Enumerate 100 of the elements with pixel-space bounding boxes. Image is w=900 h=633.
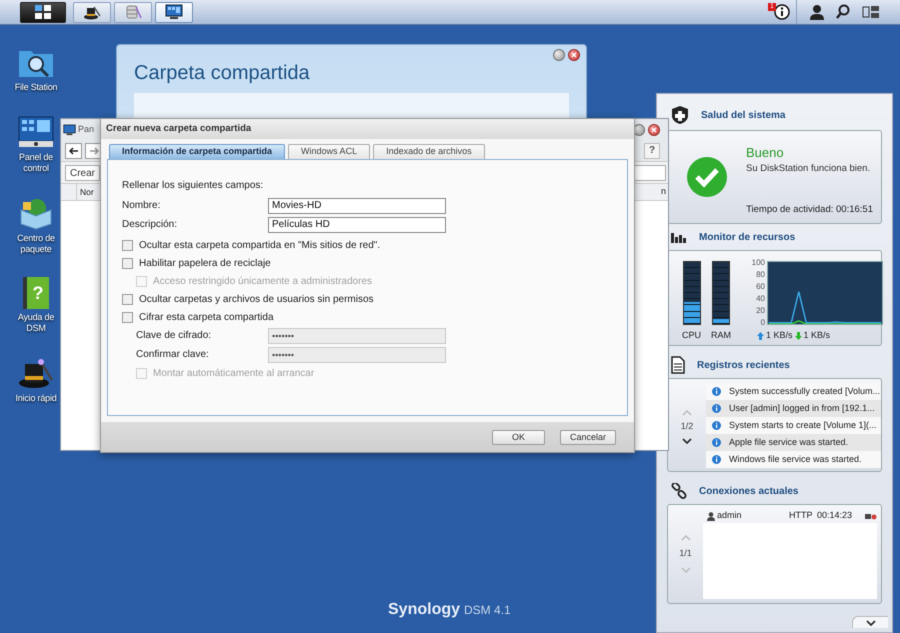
- column-header[interactable]: n: [660, 185, 668, 199]
- tab[interactable]: Indexado de archivos: [373, 144, 485, 159]
- download-rate: 1 KB/s: [804, 329, 830, 342]
- info-icon: [712, 421, 721, 430]
- chevron-down-icon[interactable]: [682, 438, 692, 444]
- desktop-icon-label[interactable]: Ayuda de DSM: [11, 312, 61, 334]
- checkbox-label: Ocultar carpetas y archivos de usuarios sin permisos: [139, 292, 374, 306]
- connection-time: 00:14:23: [817, 509, 854, 522]
- document-icon: [671, 356, 685, 374]
- window-title: Pan: [78, 123, 94, 136]
- checkbox[interactable]: [122, 240, 133, 250]
- minimize-button[interactable]: [553, 49, 565, 61]
- text-field[interactable]: Movies-HD: [268, 198, 446, 214]
- arrow-left-icon: [68, 147, 78, 155]
- close-button[interactable]: [568, 49, 580, 61]
- desktop-icon-label[interactable]: Centro de paquete: [11, 233, 61, 255]
- checkbox-label: Cifrar esta carpeta compartida: [139, 310, 274, 324]
- checkbox[interactable]: [122, 294, 133, 304]
- log-entry: User [admin] logged in from [192.1...: [729, 402, 875, 415]
- close-x-icon: [571, 52, 577, 58]
- meter-label: CPU: [682, 329, 702, 342]
- connection-user: admin: [717, 509, 743, 522]
- dialog-title: Crear nueva carpeta compartida: [106, 122, 252, 136]
- magic-hat-icon: [17, 356, 55, 390]
- brand-logo: Synology: [388, 600, 460, 620]
- shield-plus-icon: [671, 105, 689, 125]
- widgets-icon[interactable]: [862, 5, 880, 19]
- window-title: Carpeta compartida: [133, 61, 311, 85]
- widget-title: Salud del sistema: [701, 108, 786, 122]
- help-button[interactable]: ?: [644, 143, 660, 159]
- upload-arrow-icon: [757, 332, 764, 340]
- axis-tick-label: 100: [750, 259, 766, 267]
- axis-tick-label: 20: [755, 307, 766, 315]
- close-button[interactable]: [648, 124, 660, 136]
- monitor-icon: [165, 4, 183, 20]
- info-icon: [712, 438, 721, 447]
- field-label: Confirmar clave:: [136, 348, 210, 362]
- collapse-tab[interactable]: [852, 616, 888, 628]
- field-label: Clave de cifrado:: [136, 329, 212, 343]
- dialog-button[interactable]: OK: [492, 430, 545, 444]
- bar-chart-icon: [671, 231, 687, 243]
- checkbox-label: Acceso restringido únicamente a administradores: [153, 274, 372, 288]
- dialog-button[interactable]: Cancelar: [560, 430, 616, 444]
- checkbox[interactable]: [122, 312, 133, 322]
- form-intro: Rellenar los siguientes campos:: [122, 179, 264, 193]
- info-icon: [712, 455, 721, 464]
- chevron-down-icon: [866, 620, 876, 626]
- magic-hat-icon: [83, 4, 101, 20]
- log-entry: System starts to create [Volume 1](...: [729, 418, 877, 432]
- info-icon[interactable]: [774, 4, 790, 20]
- back-button[interactable]: [65, 143, 82, 159]
- column-header[interactable]: Nor: [77, 186, 94, 198]
- checkbox-label: Ocultar esta carpeta compartida en "Mis sitios de red".: [139, 238, 380, 252]
- help-book-icon: ?: [23, 277, 49, 309]
- log-entry: Windows file service was started.: [729, 452, 862, 466]
- user-icon: [707, 512, 715, 520]
- link-icon: [671, 483, 687, 499]
- health-status: Bueno: [746, 145, 785, 160]
- taskbar-button[interactable]: [155, 2, 193, 22]
- grid-icon: [34, 4, 52, 20]
- widget-title: Conexiones actuales: [699, 484, 798, 498]
- health-message: Su DiskStation funciona bien.: [746, 162, 872, 176]
- page-indicator: 1/2: [680, 420, 694, 434]
- meter-label: RAM: [711, 329, 732, 342]
- checkbox-label: Montar automáticamente al arrancar: [153, 366, 314, 380]
- tab[interactable]: Windows ACL: [288, 144, 370, 159]
- check-circle-icon: [685, 155, 729, 199]
- log-entry: System successfully created [Volum...: [729, 384, 880, 398]
- checkbox-label: Habilitar papelera de reciclaje: [139, 256, 271, 270]
- info-icon: [712, 387, 721, 396]
- widget-title: Monitor de recursos: [699, 230, 796, 244]
- download-arrow-icon: [794, 332, 802, 340]
- upload-rate: 1 KB/s: [766, 329, 793, 342]
- axis-tick-label: 0: [760, 319, 766, 327]
- uptime-text: Tiempo de actividad: 00:16:51: [746, 202, 873, 217]
- user-icon[interactable]: [810, 4, 824, 20]
- main-menu-button[interactable]: [20, 2, 66, 22]
- info-icon: [712, 404, 721, 413]
- axis-tick-label: 80: [755, 271, 766, 279]
- text-field[interactable]: Películas HD: [268, 216, 446, 232]
- monitor-icon: [63, 124, 76, 136]
- create-button[interactable]: Crear: [65, 164, 100, 180]
- log-entry: Apple file service was started.: [729, 436, 848, 449]
- axis-tick-label: 60: [755, 283, 766, 291]
- taskbar-button[interactable]: [73, 2, 111, 22]
- field-label: Descripción:: [122, 218, 178, 232]
- version-label: DSM 4.1: [464, 602, 511, 619]
- axis-tick-label: 40: [755, 295, 766, 303]
- page-indicator: 1/1: [679, 547, 692, 560]
- disconnect-icon[interactable]: [865, 512, 877, 520]
- search-icon[interactable]: [836, 4, 850, 20]
- tab[interactable]: Información de carpeta compartida: [109, 144, 286, 159]
- desktop-icon-label[interactable]: Panel de control: [11, 152, 61, 174]
- desktop-icon-label[interactable]: File Station: [14, 82, 58, 93]
- connection-protocol: HTTP: [789, 509, 814, 522]
- field-label: Nombre:: [122, 199, 162, 213]
- desktop-icon-label[interactable]: Inicio rápid: [15, 393, 57, 404]
- control-panel-icon: [17, 115, 55, 149]
- close-x-icon: [651, 127, 657, 133]
- checkbox[interactable]: [122, 258, 133, 268]
